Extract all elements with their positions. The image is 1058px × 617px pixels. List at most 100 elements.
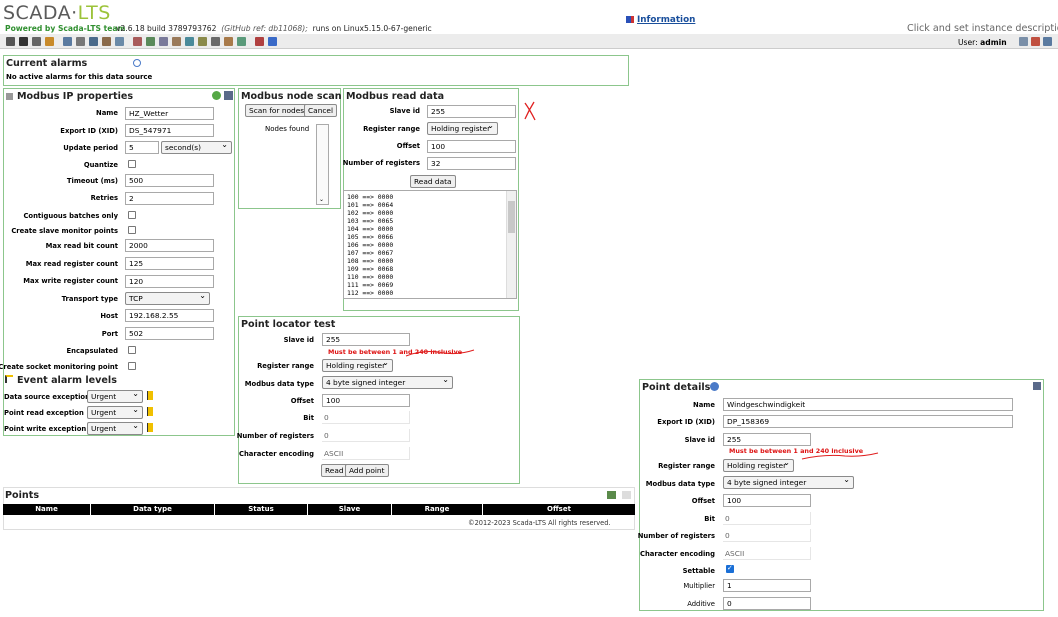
users-icon[interactable]: [159, 37, 168, 46]
scroll-thumb[interactable]: [508, 201, 515, 233]
read-offset-input[interactable]: 100: [427, 140, 516, 153]
details-name-input[interactable]: Windgeschwindigkeit: [723, 398, 1013, 411]
event-label-0: Data source exception: [4, 393, 90, 401]
transport-select[interactable]: TCP: [125, 291, 210, 305]
events-icon[interactable]: [32, 37, 41, 46]
read-slave-input[interactable]: 255: [427, 105, 516, 118]
read-count-input[interactable]: 32: [427, 157, 516, 170]
system-settings-icon[interactable]: [198, 37, 207, 46]
annotation-underline: [405, 349, 475, 357]
port-input[interactable]: 502: [125, 327, 214, 340]
read-results-textarea[interactable]: 100 ==> 0000 101 ==> 0064 102 ==> 0000 1…: [343, 190, 517, 299]
details-xid-input[interactable]: DP_158369: [723, 415, 1013, 428]
node-scan-title: Modbus node scan: [241, 91, 342, 102]
locator-type-select[interactable]: 4 byte signed integer: [322, 375, 453, 389]
xid-label: Export ID (XID): [60, 127, 118, 135]
scripts-icon[interactable]: [102, 37, 111, 46]
quantize-checkbox[interactable]: [128, 160, 136, 168]
results-scrollbar[interactable]: [506, 191, 516, 298]
read-range-select[interactable]: Holding register: [427, 121, 498, 135]
event-level-select-0[interactable]: Urgent: [87, 389, 143, 403]
max-bit-input[interactable]: 2000: [125, 239, 214, 252]
additive-input[interactable]: 0: [723, 597, 811, 610]
col-data-type[interactable]: Data type: [91, 504, 214, 515]
host-input[interactable]: 192.168.2.55: [125, 309, 214, 322]
socket-monitor-checkbox[interactable]: [128, 362, 136, 370]
scheduled-events-icon[interactable]: [63, 37, 72, 46]
details-save-icon[interactable]: [1033, 382, 1041, 390]
scroll-down-icon[interactable]: ⌄: [319, 196, 324, 203]
contiguous-checkbox[interactable]: [128, 211, 136, 219]
event-alarms-title: Event alarm levels: [17, 375, 117, 386]
help-icon[interactable]: [268, 37, 277, 46]
scan-nodes-button[interactable]: Scan for nodes: [245, 104, 309, 117]
compound-events-icon[interactable]: [76, 37, 85, 46]
point-details-panel: [639, 379, 1044, 611]
settable-label: Settable: [682, 567, 715, 575]
details-range-select[interactable]: Holding register: [723, 458, 794, 472]
user-profiles-icon[interactable]: [172, 37, 181, 46]
add-point-button[interactable]: Add point: [345, 464, 389, 477]
point-hierarchy-icon[interactable]: [185, 37, 194, 46]
max-reg-input[interactable]: 125: [125, 257, 214, 270]
xid-input[interactable]: DS_547971: [125, 124, 214, 137]
read-data-button[interactable]: Read data: [410, 175, 456, 188]
save-icon[interactable]: [224, 91, 233, 100]
max-write-input[interactable]: 120: [125, 275, 214, 288]
col-offset[interactable]: Offset: [483, 504, 635, 515]
information-link[interactable]: Information: [626, 15, 695, 25]
locator-slave-input[interactable]: 255: [322, 333, 410, 346]
nodes-found-list[interactable]: ⌄: [316, 124, 329, 205]
retries-input[interactable]: 2: [125, 192, 214, 205]
watchlist-icon[interactable]: [6, 37, 15, 46]
alarm-help-icon[interactable]: [133, 59, 141, 67]
details-slave-input[interactable]: 255: [723, 433, 811, 446]
point-links-icon[interactable]: [89, 37, 98, 46]
locator-offset-label: Offset: [290, 397, 314, 405]
settings-icon[interactable]: [1043, 37, 1052, 46]
event-level-select-1[interactable]: Urgent: [87, 405, 143, 419]
read-data-title: Modbus read data: [346, 91, 445, 102]
publishers-icon[interactable]: [146, 37, 155, 46]
locator-range-select[interactable]: Holding register: [322, 358, 393, 372]
col-name[interactable]: Name: [3, 504, 90, 515]
locator-offset-input[interactable]: 100: [322, 394, 410, 407]
home-icon[interactable]: [1031, 37, 1040, 46]
event-level-select-2[interactable]: Urgent: [87, 421, 143, 435]
instance-description[interactable]: Click and set instance descriptio: [907, 23, 1058, 34]
update-period-input[interactable]: 5: [125, 141, 159, 154]
locator-read-button[interactable]: Read: [321, 464, 348, 477]
retries-label: Retries: [90, 194, 118, 202]
cancel-scan-button[interactable]: Cancel: [304, 104, 338, 117]
col-slave[interactable]: Slave: [308, 504, 391, 515]
locator-enc-value: ASCII: [322, 447, 410, 460]
name-input[interactable]: HZ_Wetter: [125, 107, 214, 120]
logout-icon[interactable]: [255, 37, 264, 46]
timeout-input[interactable]: 500: [125, 174, 214, 187]
logout-icon[interactable]: [1019, 37, 1028, 46]
mailing-lists-icon[interactable]: [133, 37, 142, 46]
encapsulated-checkbox[interactable]: [128, 346, 136, 354]
graphic-views-icon[interactable]: [19, 37, 28, 46]
reports-icon[interactable]: [115, 37, 124, 46]
details-help-icon[interactable]: [710, 382, 719, 391]
multiplier-input[interactable]: 1: [723, 579, 811, 592]
app-logo: SCADA·LTS: [3, 2, 111, 24]
import-export-icon[interactable]: [237, 37, 246, 46]
read-offset-label: Offset: [396, 142, 420, 150]
maintenance-icon[interactable]: [224, 37, 233, 46]
col-range[interactable]: Range: [392, 504, 482, 515]
details-type-label: Modbus data type: [645, 480, 715, 488]
update-unit-select[interactable]: second(s): [161, 140, 232, 154]
slave-monitor-checkbox[interactable]: [128, 226, 136, 234]
details-offset-input[interactable]: 100: [723, 494, 811, 507]
details-type-select[interactable]: 4 byte signed integer: [723, 475, 854, 489]
help-icon[interactable]: [212, 91, 221, 100]
add-point-icon[interactable]: [607, 491, 616, 499]
col-status[interactable]: Status: [215, 504, 307, 515]
sql-icon[interactable]: [211, 37, 220, 46]
settable-checkbox[interactable]: [726, 564, 734, 573]
data-sources-icon[interactable]: [45, 37, 54, 46]
contiguous-label: Contiguous batches only: [23, 212, 118, 220]
user-info: User: admin: [958, 38, 1007, 47]
